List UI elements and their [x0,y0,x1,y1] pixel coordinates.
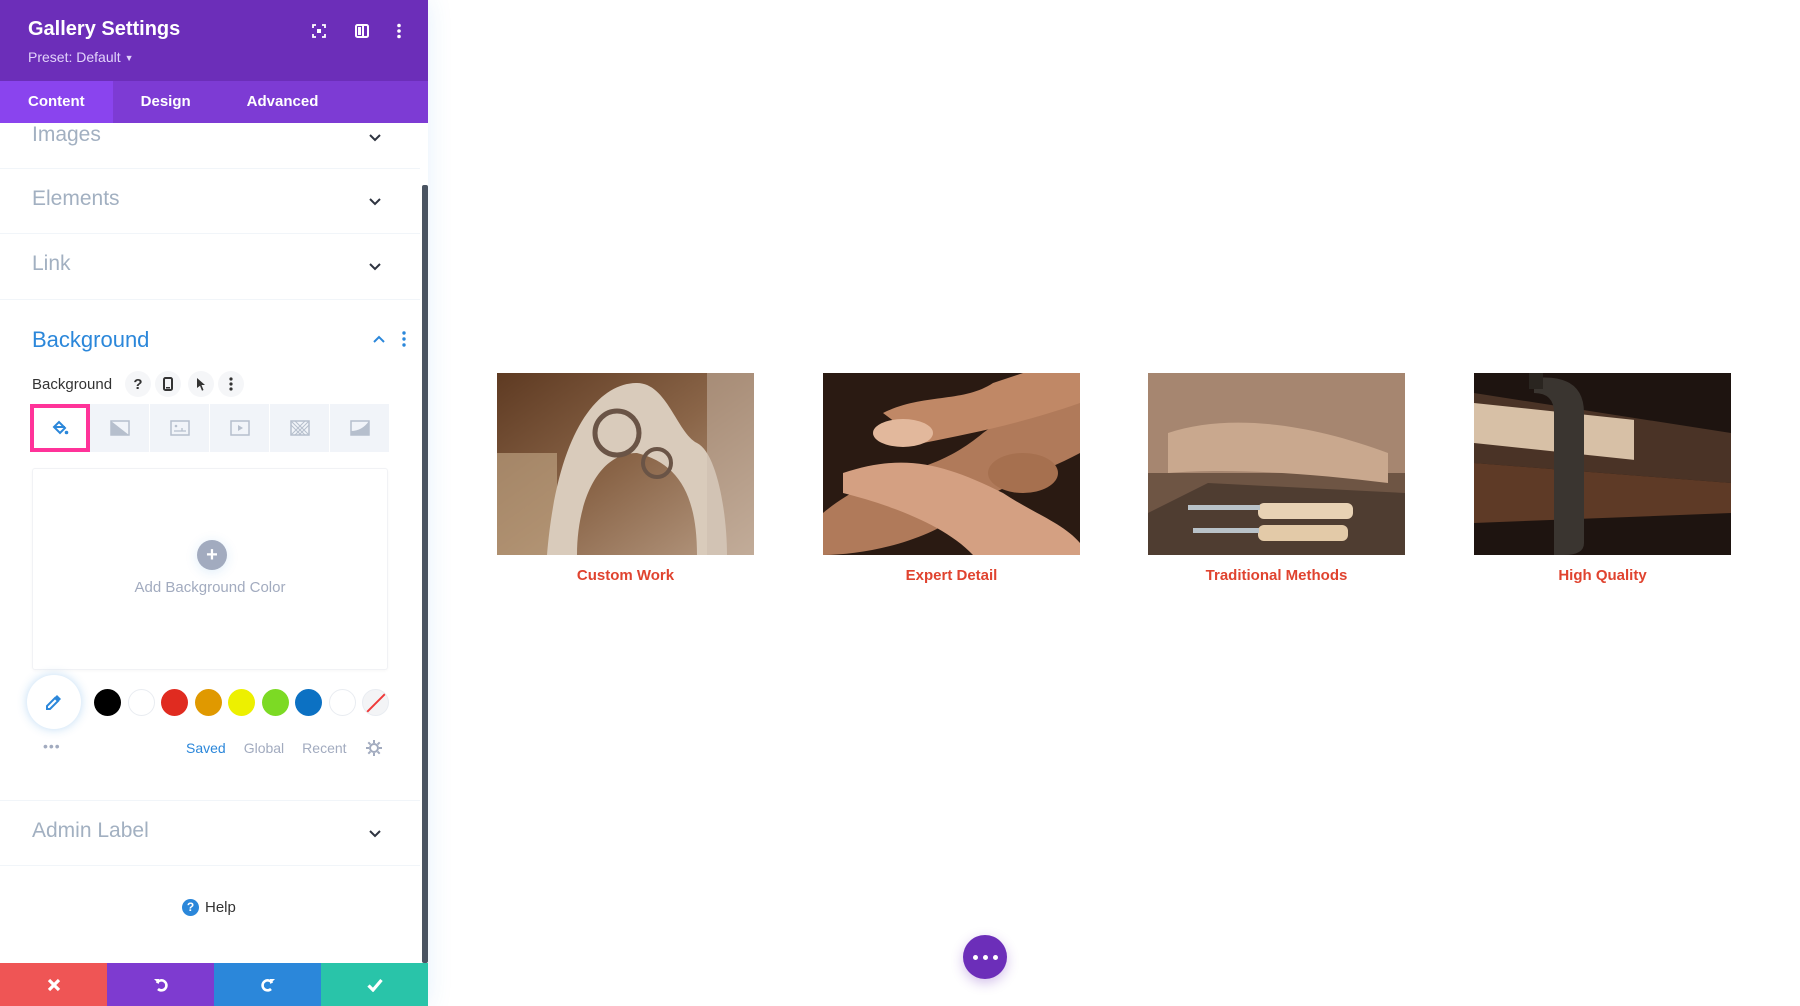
swatch-transparent[interactable] [362,689,389,716]
bg-type-video-tab[interactable] [210,404,270,452]
discard-button[interactable] [0,963,107,1006]
color-swatch[interactable] [295,689,322,716]
background-type-tabs [30,404,390,452]
background-field-label: Background [32,376,113,393]
color-swatch[interactable] [94,689,121,716]
dot [972,954,978,960]
bg-type-image-tab[interactable] [150,404,210,452]
add-color-plus-icon[interactable]: + [197,540,227,570]
bg-type-pattern-tab[interactable] [270,404,330,452]
dot [992,954,998,960]
redo-button[interactable] [214,963,321,1006]
color-swatch[interactable] [228,689,255,716]
close-icon [47,978,60,991]
palette-tab-recent[interactable]: Recent [302,740,346,756]
eyedropper-icon [46,695,61,710]
gallery-caption: Custom Work [576,567,675,584]
toggle-images[interactable]: Images [0,123,420,169]
undo-icon [153,978,168,992]
save-button[interactable] [321,963,428,1006]
color-swatch[interactable] [161,689,188,716]
gradient-icon [109,420,130,436]
panel-scrollbar[interactable] [422,185,428,963]
mask-icon [349,420,370,436]
gear-icon[interactable] [366,740,382,756]
split-view-icon[interactable] [351,20,373,42]
palette-tabs: Saved Global Recent [186,740,365,756]
gallery-item[interactable]: Custom Work [497,373,754,584]
chevron-up-icon[interactable] [372,333,386,345]
palette-tab-saved[interactable]: Saved [186,740,226,756]
toggle-title: Admin Label [32,819,149,842]
fullscreen-icon[interactable] [308,20,330,42]
check-icon [366,978,383,992]
panel-scroll-area: Images Elements Link Background Backgrou… [0,123,428,963]
background-color-preview: + Add Background Color [32,468,388,670]
chevron-down-icon [369,830,381,838]
toggle-title: Elements [32,187,120,210]
gallery-caption: Expert Detail [905,567,998,584]
gallery-caption: Traditional Methods [1205,567,1348,584]
bg-type-color-tab[interactable] [30,404,90,452]
gallery-image-wood-carving-detail[interactable] [823,373,1080,555]
hover-cursor-icon[interactable] [188,371,214,397]
panel-footer [0,963,428,1006]
gallery-item[interactable]: Expert Detail [823,373,1080,584]
toggle-title: Images [32,123,101,146]
gallery-item[interactable]: Traditional Methods [1148,373,1405,584]
bg-type-mask-tab[interactable] [330,404,390,452]
panel-header: Gallery Settings Preset: Default ▼ [0,0,428,81]
help-link[interactable]: ? Help [182,899,236,916]
panel-title: Gallery Settings [28,18,181,40]
help-icon[interactable]: ? [125,371,151,397]
help-circle-icon: ? [182,899,199,916]
chevron-down-icon [369,134,381,142]
pattern-icon [289,420,310,436]
responsive-icon[interactable] [155,371,181,397]
more-horizontal-icon[interactable]: ••• [43,738,61,754]
paint-bucket-icon [52,420,69,435]
toggle-background-title[interactable]: Background [32,327,149,353]
more-vertical-icon[interactable] [218,371,244,397]
gallery-image-carved-chair[interactable] [497,373,754,555]
color-swatch[interactable] [127,689,155,716]
settings-panel: Gallery Settings Preset: Default ▼ Conten… [0,0,428,1006]
redo-icon [260,978,275,992]
gallery-caption: High Quality [1558,567,1647,584]
chevron-down-icon [369,263,381,271]
page-settings-fab[interactable] [963,935,1007,979]
help-label: Help [205,899,236,916]
caret-down-icon: ▼ [124,53,134,64]
video-icon [229,420,250,436]
tab-content[interactable]: Content [0,81,113,123]
toggle-elements[interactable]: Elements [0,169,420,234]
color-swatch[interactable] [261,689,289,716]
toggle-admin-label[interactable]: Admin Label [0,800,420,866]
image-icon [169,420,190,436]
color-swatch[interactable] [194,689,222,716]
color-swatch[interactable] [328,689,356,716]
more-vertical-icon[interactable] [388,20,410,42]
tab-design[interactable]: Design [113,81,219,123]
gallery-image-clamp[interactable] [1474,373,1731,555]
add-background-color-button[interactable]: Add Background Color [33,579,387,596]
undo-button[interactable] [107,963,214,1006]
gallery-item[interactable]: High Quality [1474,373,1731,584]
preset-dropdown[interactable]: Preset: Default ▼ [28,49,134,65]
gallery-image-chisels[interactable] [1148,373,1405,555]
panel-tabs: Content Design Advanced [0,81,428,123]
tab-advanced[interactable]: Advanced [219,81,347,123]
toggle-title: Link [32,252,71,275]
page-canvas: Custom Work Expert Detail Traditional Me… [428,0,1800,1006]
eyedropper-button[interactable] [27,675,81,729]
chevron-down-icon [369,198,381,206]
preset-label: Preset: Default [28,49,121,65]
dot [982,954,988,960]
bg-type-gradient-tab[interactable] [90,404,150,452]
color-swatches [94,689,396,716]
toggle-link[interactable]: Link [0,234,420,300]
more-vertical-icon[interactable] [400,330,408,348]
palette-tab-global[interactable]: Global [244,740,284,756]
